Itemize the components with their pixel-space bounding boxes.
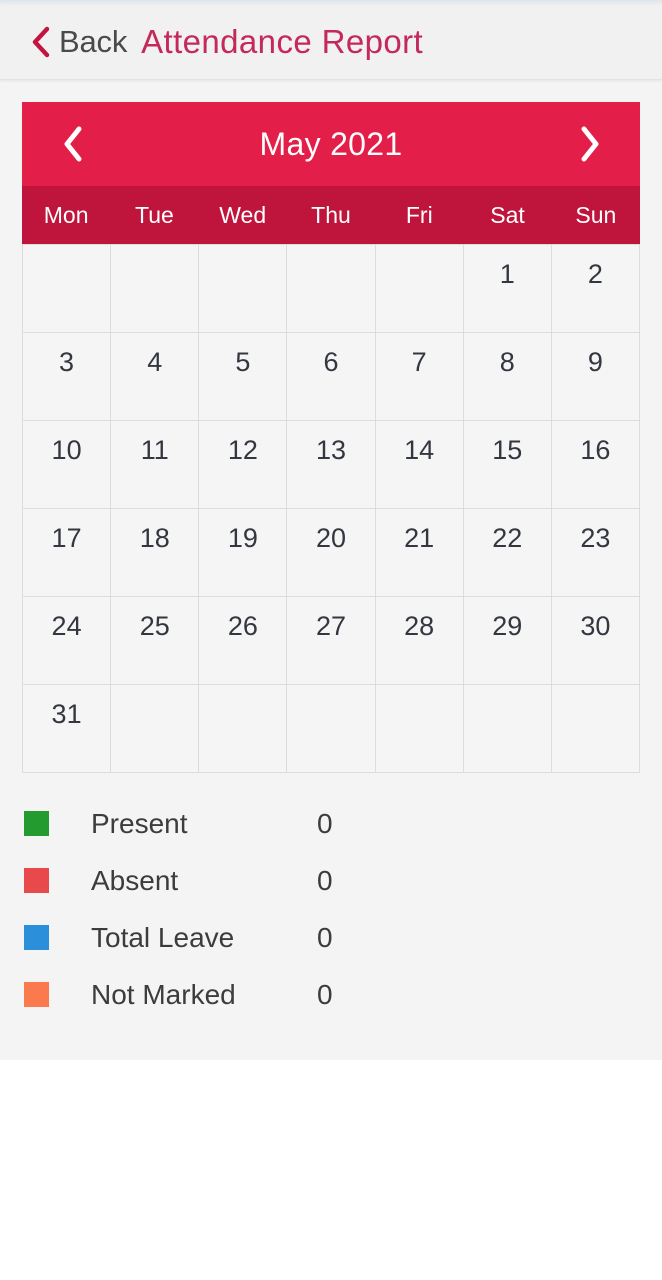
calendar-header: May 2021 [22,102,640,186]
legend-color-swatch [24,982,49,1007]
calendar-day-14[interactable]: 14 [375,421,464,509]
calendar-day-empty [551,685,640,773]
calendar-day-28[interactable]: 28 [375,597,464,685]
calendar-day-23[interactable]: 23 [551,509,640,597]
calendar-day-25[interactable]: 25 [111,597,200,685]
calendar-day-21[interactable]: 21 [375,509,464,597]
weekday-label-wed: Wed [219,201,267,228]
weekday-label-sun: Sun [575,201,617,228]
legend-label: Present [91,807,188,839]
attendance-report-screen: Back Attendance Report May 2021 Mon Tue … [0,0,662,1280]
legend-value: 0 [317,807,333,839]
legend-row: Total Leave 0 [22,909,640,966]
calendar-day-15[interactable]: 15 [463,421,552,509]
calendar-day-empty [199,245,288,333]
calendar-day-empty [287,685,376,773]
calendar-day-9[interactable]: 9 [551,333,640,421]
page-title: Attendance Report [141,23,424,60]
weekday-label-sat: Sat [490,201,525,228]
calendar-day-24[interactable]: 24 [23,597,112,685]
legend-color-swatch [24,925,49,950]
calendar-day-29[interactable]: 29 [463,597,552,685]
legend-color-swatch [24,868,49,893]
back-button-label: Back [59,24,128,59]
legend-label: Absent [91,864,179,896]
back-button[interactable]: Back [30,24,127,60]
legend-label: Not Marked [91,978,236,1010]
calendar-widget: May 2021 Mon Tue Wed Thu Fri Sat Sun 123456789… [22,102,640,773]
calendar-day-4[interactable]: 4 [111,333,200,421]
legend-value: 0 [317,978,333,1010]
calendar-day-19[interactable]: 19 [199,509,288,597]
calendar-day-empty [463,685,552,773]
weekday-label-fri: Fri [405,201,433,228]
legend-value: 0 [317,921,333,953]
previous-month-button[interactable] [50,121,96,167]
calendar-day-22[interactable]: 22 [463,509,552,597]
content-area: May 2021 Mon Tue Wed Thu Fri Sat Sun 123456789… [0,80,662,1060]
calendar-weekday-header: Mon Tue Wed Thu Fri Sat Sun [22,186,640,244]
attendance-legend: Present 0 Absent 0 Total Leave 0 Not Marked 0 [22,773,640,1023]
calendar-day-3[interactable]: 3 [23,333,112,421]
legend-color-swatch [24,811,49,836]
chevron-left-icon [30,26,52,58]
calendar-day-31[interactable]: 31 [23,685,112,773]
calendar-days-grid: 1 2 3 4 5 6 7 8 9 10 11 12 13 14 15 16 17 18 19 20 21 22 23 24 2… [22,244,640,773]
weekday-label-thu: Thu [311,201,351,228]
calendar-day-16[interactable]: 16 [551,421,640,509]
calendar-day-2[interactable]: 2 [551,245,640,333]
calendar-day-5[interactable]: 5 [199,333,288,421]
legend-label: Total Leave [91,921,235,953]
calendar-day-empty [199,685,288,773]
calendar-day-empty [287,245,376,333]
calendar-day-20[interactable]: 20 [287,509,376,597]
chevron-left-icon [60,125,86,163]
calendar-day-26[interactable]: 26 [199,597,288,685]
calendar-day-6[interactable]: 6 [287,333,376,421]
calendar-day-1[interactable]: 1 [463,245,552,333]
calendar-day-10[interactable]: 10 [23,421,112,509]
calendar-day-empty [375,685,464,773]
calendar-day-8[interactable]: 8 [463,333,552,421]
calendar-day-empty [23,245,112,333]
navigation-bar: Back Attendance Report [0,5,662,80]
next-month-button[interactable] [566,121,612,167]
calendar-month-year-label: May 2021 [259,125,403,162]
calendar-day-12[interactable]: 12 [199,421,288,509]
page-bottom-spacer [0,1060,662,1280]
calendar-day-30[interactable]: 30 [551,597,640,685]
legend-row: Absent 0 [22,852,640,909]
calendar-day-17[interactable]: 17 [23,509,112,597]
calendar-day-empty [111,685,200,773]
calendar-day-empty [375,245,464,333]
weekday-label-mon: Mon [43,201,89,228]
calendar-day-13[interactable]: 13 [287,421,376,509]
legend-row: Not Marked 0 [22,966,640,1023]
calendar-day-empty [111,245,200,333]
legend-value: 0 [317,864,333,896]
calendar-day-18[interactable]: 18 [111,509,200,597]
calendar-day-11[interactable]: 11 [111,421,200,509]
calendar-day-27[interactable]: 27 [287,597,376,685]
chevron-right-icon [576,125,602,163]
weekday-label-tue: Tue [135,201,174,228]
calendar-day-7[interactable]: 7 [375,333,464,421]
legend-row: Present 0 [22,795,640,852]
